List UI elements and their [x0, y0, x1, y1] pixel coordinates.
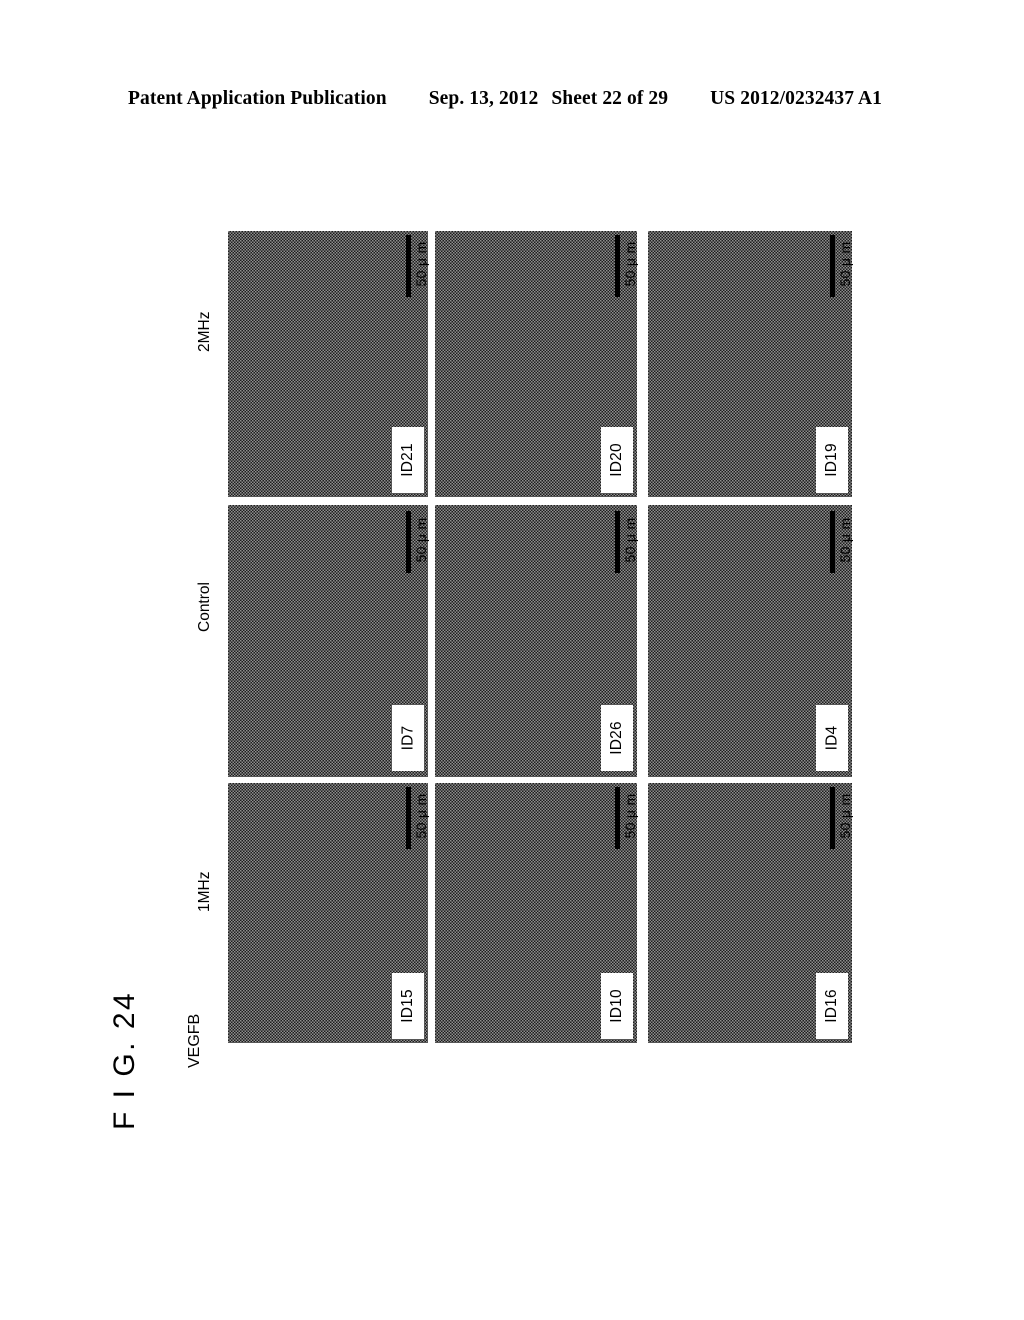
panel-id-label: ID15: [399, 989, 417, 1023]
scale-bar: 50 μ m: [615, 511, 640, 573]
panel-id-tag: ID15: [392, 973, 424, 1039]
scale-bar-text-wrap: 50 μ m: [411, 235, 431, 297]
scale-bar: 50 μ m: [406, 235, 431, 297]
micrograph-panel: ID16 50 μ m: [648, 783, 855, 1043]
micrograph-panel-grid: ID21 50 μ m ID20 50 μ m ID19 50 μ m ID7 …: [228, 231, 860, 1043]
micrograph-panel: ID7 50 μ m: [228, 505, 431, 777]
scale-bar-text-wrap: 50 μ m: [835, 787, 855, 849]
micrograph-panel: ID19 50 μ m: [648, 231, 855, 497]
scale-bar-label: 50 μ m: [413, 517, 429, 563]
scale-bar: 50 μ m: [406, 511, 431, 573]
panel-id-label: ID20: [608, 443, 626, 477]
figure-caption: F I G. 24: [108, 990, 141, 1130]
panel-id-tag: ID20: [601, 427, 633, 493]
scale-bar-text-wrap: 50 μ m: [620, 787, 640, 849]
scale-bar-label: 50 μ m: [837, 793, 853, 839]
scale-bar-label: 50 μ m: [837, 517, 853, 563]
scale-bar-label: 50 μ m: [413, 793, 429, 839]
panel-id-tag: ID21: [392, 427, 424, 493]
micrograph-panel: ID10 50 μ m: [435, 783, 640, 1043]
scale-bar: 50 μ m: [615, 235, 640, 297]
scale-bar-label: 50 μ m: [622, 517, 638, 563]
scale-bar-text-wrap: 50 μ m: [835, 511, 855, 573]
scale-bar-label: 50 μ m: [837, 241, 853, 287]
scale-bar: 50 μ m: [830, 511, 855, 573]
panel-id-label: ID21: [399, 443, 417, 477]
panel-id-tag: ID26: [601, 705, 633, 771]
panel-id-tag: ID4: [816, 705, 848, 771]
micrograph-panel: ID26 50 μ m: [435, 505, 640, 777]
scale-bar: 50 μ m: [406, 787, 431, 849]
panel-id-label: ID4: [822, 725, 840, 751]
scale-bar-label: 50 μ m: [622, 241, 638, 287]
micrograph-panel: ID4 50 μ m: [648, 505, 855, 777]
panel-id-tag: ID16: [816, 973, 848, 1039]
panel-id-label: ID7: [398, 725, 416, 751]
condition-label-1mhz: 1MHz: [196, 871, 213, 912]
scale-bar-label: 50 μ m: [622, 793, 638, 839]
panel-id-label: ID16: [823, 989, 841, 1023]
scale-bar: 50 μ m: [830, 235, 855, 297]
panel-id-label: ID26: [608, 721, 626, 755]
scale-bar-text-wrap: 50 μ m: [835, 235, 855, 297]
panel-id-label: ID10: [608, 989, 626, 1023]
condition-label-control: Control: [196, 582, 213, 632]
panel-id-label: ID19: [823, 443, 841, 477]
figure-24: F I G. 24 VEGFB 2MHz Control 1MHz ID21 5…: [0, 0, 1024, 1320]
scale-bar-text-wrap: 50 μ m: [620, 235, 640, 297]
micrograph-panel: ID21 50 μ m: [228, 231, 431, 497]
scale-bar-label: 50 μ m: [413, 241, 429, 287]
scale-bar: 50 μ m: [615, 787, 640, 849]
micrograph-panel: ID15 50 μ m: [228, 783, 431, 1043]
micrograph-panel: ID20 50 μ m: [435, 231, 640, 497]
condition-label-2mhz: 2MHz: [196, 311, 213, 352]
scale-bar-text-wrap: 50 μ m: [411, 511, 431, 573]
scale-bar-text-wrap: 50 μ m: [411, 787, 431, 849]
figure-group-label: VEGFB: [186, 1013, 203, 1068]
scale-bar: 50 μ m: [830, 787, 855, 849]
panel-id-tag: ID7: [392, 705, 424, 771]
scale-bar-text-wrap: 50 μ m: [620, 511, 640, 573]
panel-id-tag: ID10: [601, 973, 633, 1039]
panel-id-tag: ID19: [816, 427, 848, 493]
